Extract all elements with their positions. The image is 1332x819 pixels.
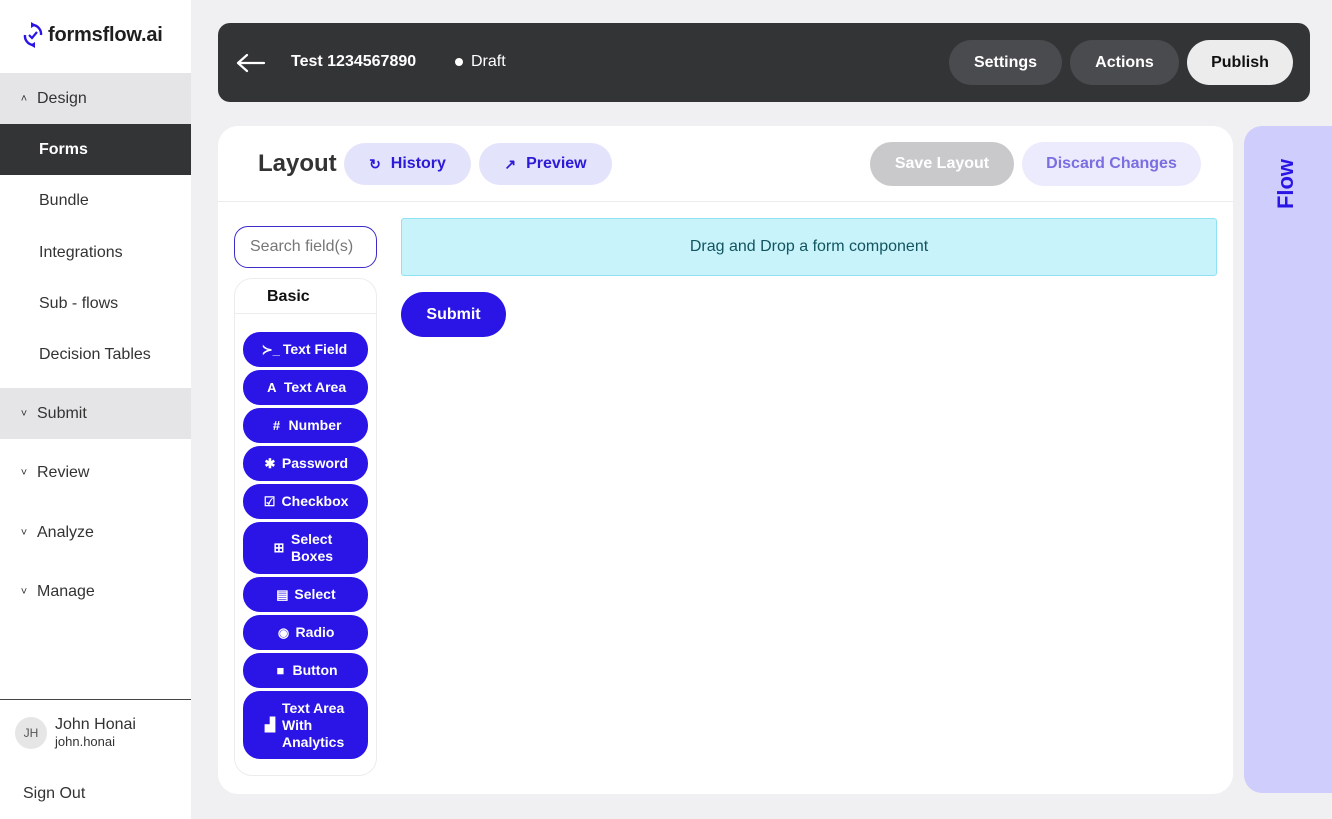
nav-section-label: Manage — [37, 582, 95, 600]
flow-label: Flow — [1273, 158, 1298, 210]
component-text-area-with-analytics[interactable]: ▟ Text Area With Analytics — [243, 691, 368, 759]
list-icon: ▤ — [276, 586, 289, 602]
component-label: Number — [288, 417, 342, 433]
asterisk-icon: ✱ — [264, 455, 276, 471]
component-button[interactable]: ■ Button — [243, 653, 368, 688]
nav-section-analyze[interactable]: ˅ Analyze — [0, 507, 191, 558]
component-text-area[interactable]: A Text Area — [243, 370, 368, 405]
component-label: Select — [294, 586, 336, 602]
form-title: Test 1234567890 — [291, 53, 417, 70]
status-label: Draft — [471, 53, 506, 70]
chevron-down-icon: ˅ — [20, 407, 28, 420]
component-label: Select Boxes — [291, 531, 334, 564]
component-label: Radio — [295, 624, 335, 640]
nav-section-label: Submit — [37, 404, 87, 422]
nav-section-label: Review — [37, 463, 90, 481]
component-label: Text Area — [283, 379, 347, 395]
component-number[interactable]: # Number — [243, 408, 368, 443]
formsflow-sync-icon — [23, 22, 43, 48]
flow-panel-tab[interactable]: Flow — [1244, 126, 1332, 793]
sign-out-link[interactable]: Sign Out — [23, 785, 85, 803]
component-label: Button — [292, 662, 338, 678]
status-dot-icon — [455, 58, 463, 66]
sidebar-item-sub-flows[interactable]: Sub - flows — [0, 278, 191, 329]
terminal-icon: ≻_ — [261, 341, 280, 357]
sidebar-item-label: Forms — [39, 140, 88, 158]
sidebar-item-label: Sub - flows — [39, 294, 119, 312]
sidebar-item-label: Decision Tables — [39, 345, 151, 363]
component-label: Checkbox — [281, 493, 349, 509]
app-name: formsflow.ai — [48, 23, 163, 46]
user-profile[interactable]: JH John Honai john.honai — [15, 716, 136, 750]
sidebar-item-forms[interactable]: Forms — [0, 124, 191, 175]
nav-section-label: Design — [37, 89, 87, 107]
component-checkbox[interactable]: ☑ Checkbox — [243, 484, 368, 519]
nav-section-manage[interactable]: ˅ Manage — [0, 566, 191, 617]
chart-icon: ▟ — [265, 717, 275, 732]
font-icon: A — [267, 380, 277, 395]
plus-square-icon: ⊞ — [273, 540, 285, 555]
discard-changes-button[interactable]: Discard Changes — [1022, 142, 1201, 186]
chevron-down-icon: ˅ — [20, 526, 28, 539]
component-label: Password — [281, 455, 349, 471]
divider — [218, 201, 1233, 202]
sidebar-item-label: Bundle — [39, 191, 89, 209]
history-icon: ↻ — [369, 155, 381, 172]
sidebar-item-decision-tables[interactable]: Decision Tables — [0, 329, 191, 380]
radio-icon: ◉ — [277, 624, 290, 640]
component-palette: Basic ≻_ Text Field A Text Area # Number… — [234, 278, 377, 776]
chevron-down-icon: ˅ — [20, 585, 28, 598]
page-title: Layout — [258, 150, 337, 177]
form-header: Test 1234567890 Draft Settings Actions P… — [218, 23, 1310, 102]
save-layout-button[interactable]: Save Layout — [870, 142, 1014, 186]
actions-button[interactable]: Actions — [1070, 40, 1179, 85]
component-radio[interactable]: ◉ Radio — [243, 615, 368, 650]
preview-label: Preview — [526, 155, 587, 172]
component-password[interactable]: ✱ Password — [243, 446, 368, 481]
component-label: Text Area With Analytics — [282, 699, 345, 750]
avatar: JH — [15, 717, 47, 749]
chevron-down-icon: ˅ — [20, 466, 28, 479]
status-badge: Draft — [455, 53, 506, 71]
history-label: History — [390, 155, 446, 172]
nav-section-label: Analyze — [37, 523, 94, 541]
sidebar-divider — [0, 699, 191, 700]
stop-icon: ■ — [276, 663, 285, 678]
form-dropzone[interactable]: Drag and Drop a form component — [401, 218, 1217, 276]
user-handle: john.honai — [55, 734, 115, 749]
checkbox-icon: ☑ — [263, 493, 276, 509]
component-text-field[interactable]: ≻_ Text Field — [243, 332, 368, 367]
hash-icon: # — [272, 418, 281, 433]
component-select-boxes[interactable]: ⊞ Select Boxes — [243, 522, 368, 574]
sidebar: formsflow.ai ˄ Design Forms Bundle Integ… — [0, 0, 191, 819]
layout-card: Layout ↻ History ↗ Preview Save Layout D… — [218, 126, 1233, 794]
search-field-input[interactable] — [234, 226, 377, 268]
sidebar-item-bundle[interactable]: Bundle — [0, 175, 191, 226]
back-arrow-icon[interactable] — [236, 51, 266, 75]
sidebar-item-integrations[interactable]: Integrations — [0, 227, 191, 278]
nav-section-design[interactable]: ˄ Design — [0, 73, 191, 124]
nav-section-review[interactable]: ˅ Review — [0, 447, 191, 498]
form-submit-button[interactable]: Submit — [401, 292, 506, 337]
user-name: John Honai — [55, 716, 136, 733]
settings-button[interactable]: Settings — [949, 40, 1062, 85]
palette-title[interactable]: Basic — [235, 279, 376, 314]
app-logo[interactable]: formsflow.ai — [22, 22, 163, 48]
chevron-up-icon: ˄ — [20, 92, 28, 105]
sidebar-item-label: Integrations — [39, 243, 123, 261]
nav-section-submit[interactable]: ˅ Submit — [0, 388, 191, 439]
arrow-up-right-icon: ↗ — [504, 155, 517, 172]
publish-button[interactable]: Publish — [1187, 40, 1293, 85]
preview-button[interactable]: ↗ Preview — [479, 143, 612, 185]
component-label: Text Field — [282, 341, 348, 357]
history-button[interactable]: ↻ History — [344, 143, 471, 185]
component-select[interactable]: ▤ Select — [243, 577, 368, 612]
